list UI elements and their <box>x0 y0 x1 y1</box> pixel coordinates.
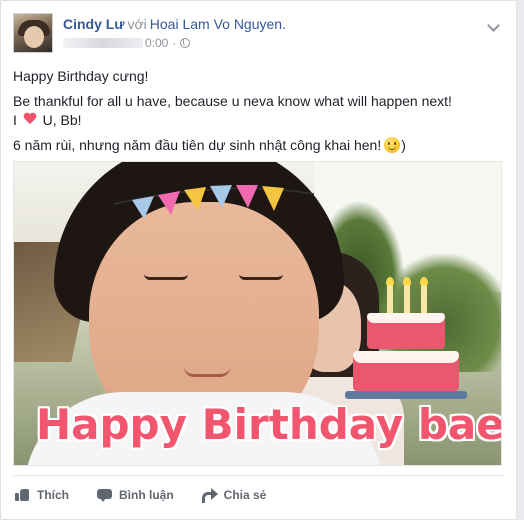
post-header: Cindy Lư với Hoai Lam Vo Nguyen. 0:00 · <box>13 13 504 55</box>
chevron-down-icon[interactable] <box>488 21 498 31</box>
blurred-date <box>63 38 143 48</box>
comment-icon <box>97 488 113 502</box>
message-line-3-prefix: I <box>13 112 17 128</box>
photo-caption: Happy Birthday bae! <box>36 400 502 449</box>
like-icon <box>15 488 31 502</box>
message-line-3: I U, Bb! <box>13 111 504 130</box>
post-card: Cindy Lư với Hoai Lam Vo Nguyen. 0:00 · Ha… <box>0 0 517 520</box>
post-photo[interactable]: Happy Birthday bae! <box>13 161 502 466</box>
message-line-4: 6 năm rùi, nhưng năm đầu tiên dự sinh nh… <box>13 136 504 155</box>
author-link[interactable]: Cindy Lư <box>63 16 124 32</box>
comment-label: Bình luận <box>119 487 174 502</box>
heart-icon <box>23 113 37 126</box>
avatar[interactable] <box>13 13 53 53</box>
tagged-link[interactable]: Hoai Lam Vo Nguyen. <box>150 16 286 32</box>
share-icon <box>201 487 218 503</box>
message-line-2: Be thankful for all u have, because u ne… <box>13 93 452 109</box>
like-button[interactable]: Thích <box>15 488 69 502</box>
with-label: với <box>127 16 147 32</box>
message-line-1: Happy Birthday cưng! <box>13 68 149 84</box>
post-meta: 0:00 · <box>63 35 191 51</box>
smile-icon <box>384 137 401 153</box>
timestamp[interactable]: 0:00 <box>145 35 168 51</box>
globe-icon[interactable] <box>180 38 191 48</box>
comment-button[interactable]: Bình luận <box>97 488 174 502</box>
meta-separator: · <box>172 36 177 50</box>
party-bunting <box>113 174 334 234</box>
message-line-4-end: ) <box>401 137 406 153</box>
message-line-4-text: 6 năm rùi, nhưng năm đầu tiên dự sinh nh… <box>13 137 382 153</box>
share-label: Chia sẻ <box>223 487 267 502</box>
message-line-3-suffix: U, Bb! <box>42 112 82 128</box>
post-author-line: Cindy Lư với Hoai Lam Vo Nguyen. <box>63 15 286 33</box>
cake-icon <box>345 277 469 407</box>
post-actions: Thích Bình luận Chia sẻ <box>13 475 504 513</box>
like-label: Thích <box>37 487 69 502</box>
post-message: Happy Birthday cưng! Be thankful for all… <box>13 67 504 161</box>
share-button[interactable]: Chia sẻ <box>201 487 267 503</box>
